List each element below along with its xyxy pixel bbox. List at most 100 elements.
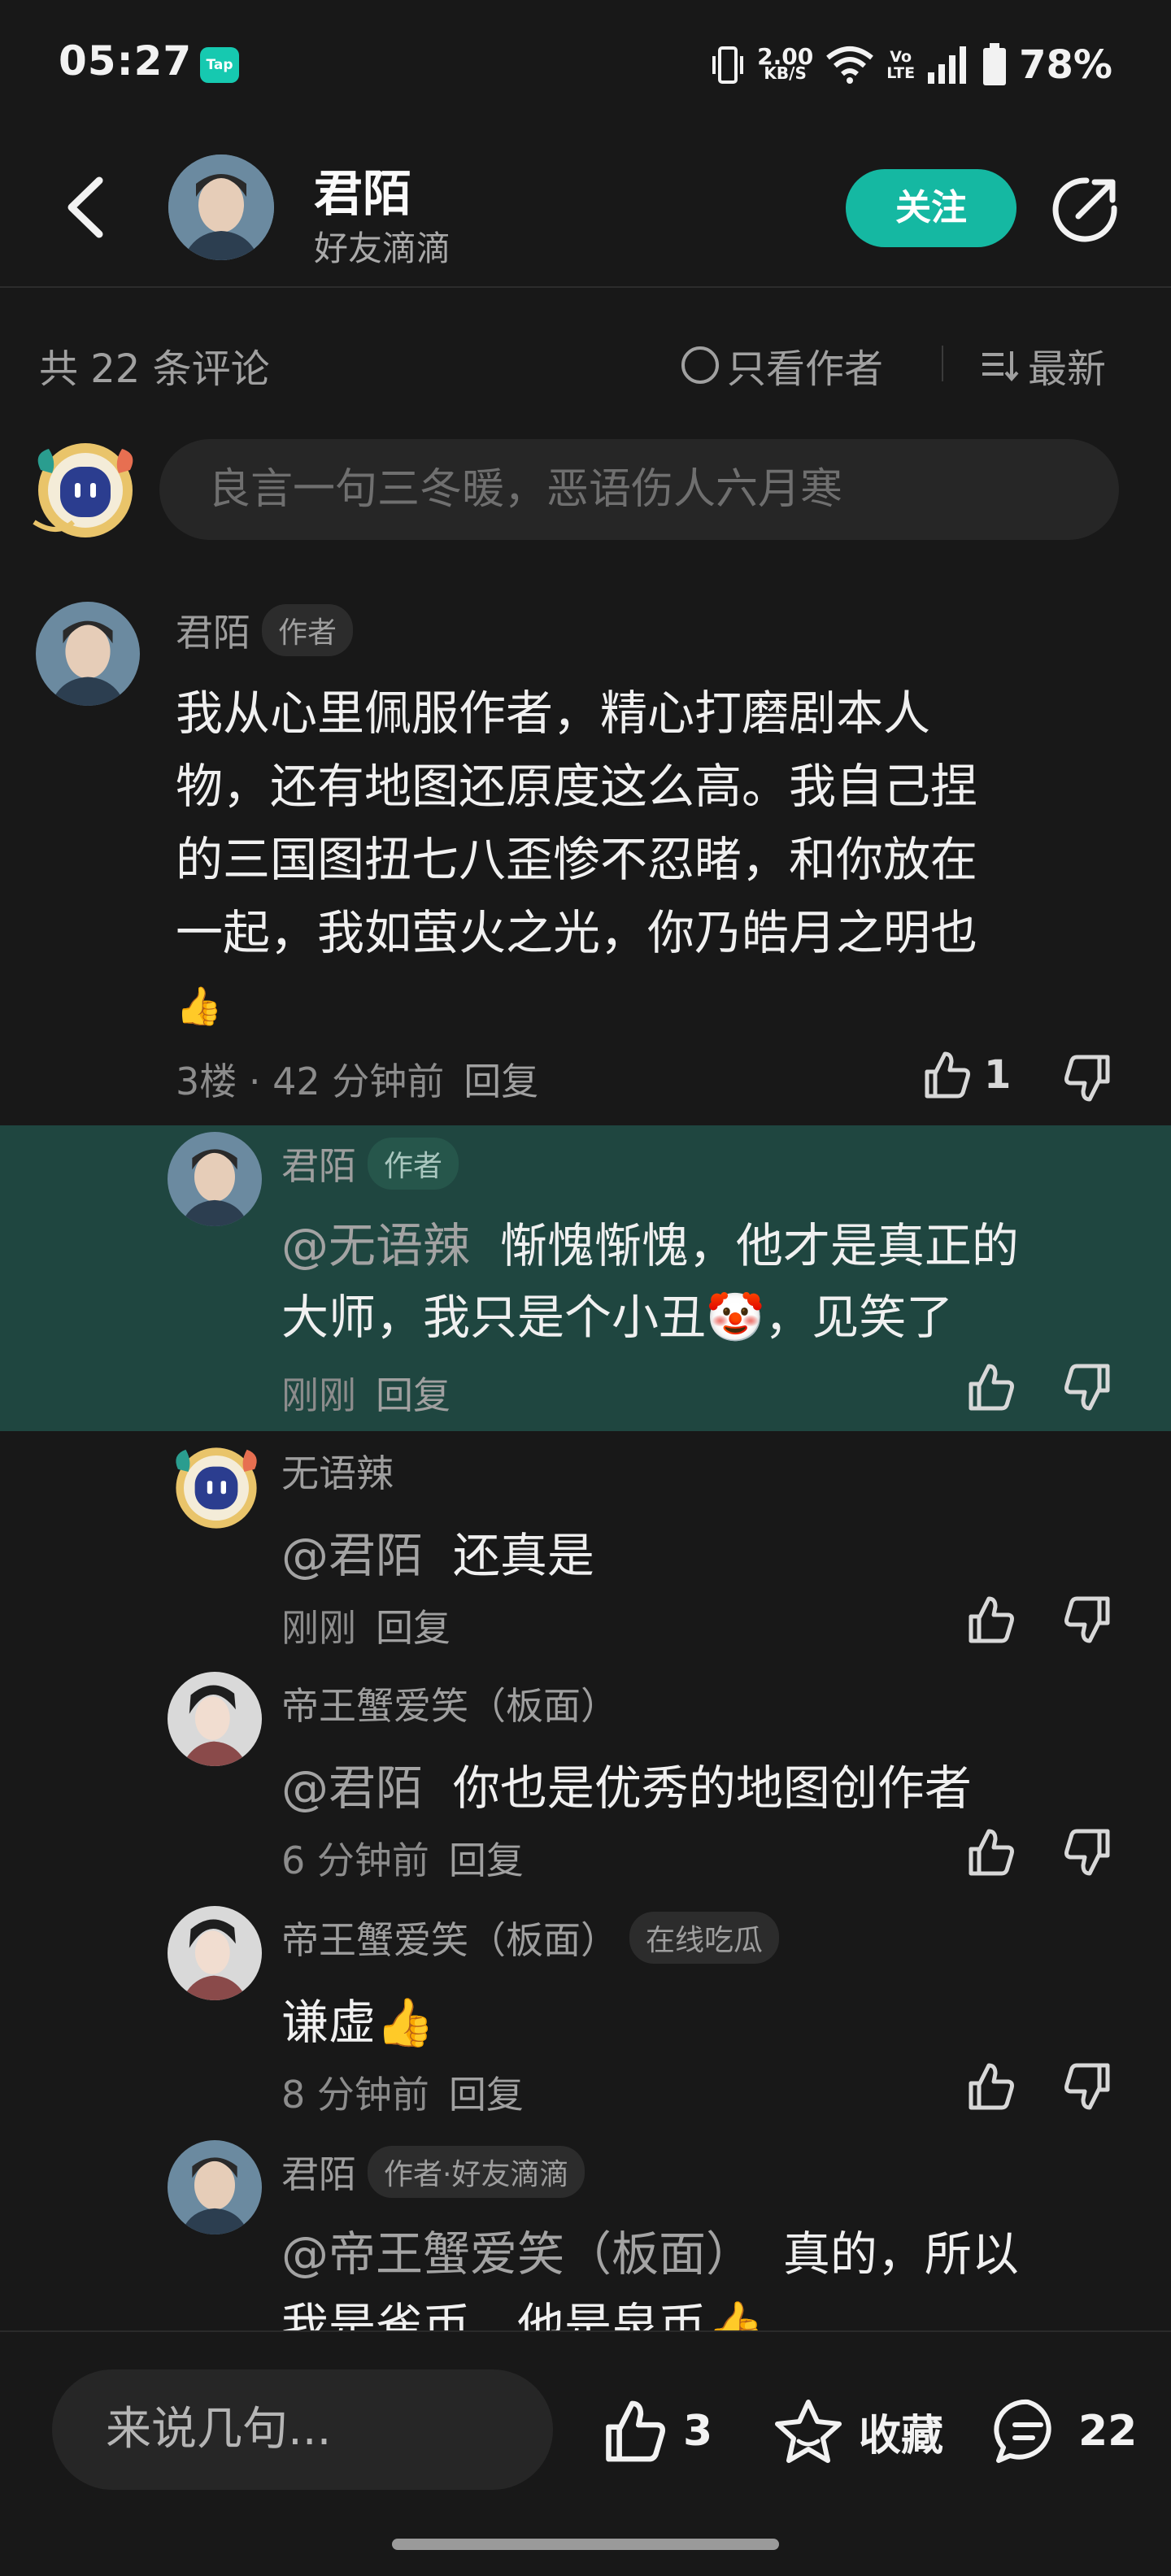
reply-meta: 6 分钟前 回复 (281, 1831, 543, 1885)
bottom-like-button[interactable]: 3 (600, 2397, 712, 2465)
reply-line: @帝王蟹爱笑（板面） 真的，所以 (281, 2218, 1143, 2290)
follow-button[interactable]: 关注 (846, 169, 1016, 247)
comment-avatar[interactable] (36, 602, 140, 706)
author-tag: 作者 (368, 1138, 459, 1190)
thumb-down-icon (1064, 1364, 1110, 1411)
reply-text-content: 你也是优秀的地图创作者 (452, 1760, 972, 1816)
like-button[interactable] (964, 2060, 1016, 2113)
reply-username-text: 帝王蟹爱笑（板面） (281, 1684, 618, 1728)
status-icons: 2.00 KB/S Vo LTE 78% (710, 33, 1112, 98)
mention-link[interactable]: @无语辣 (281, 1218, 470, 1273)
dislike-button[interactable] (1062, 1826, 1114, 1878)
reply-username-text: 帝王蟹爱笑（板面） (281, 1918, 618, 1962)
reply-line-text: 真的，所以 (782, 2226, 1019, 2282)
author-only-toggle[interactable]: 只看作者 (681, 337, 883, 394)
reply-time: 刚刚 (281, 1373, 356, 1417)
reply-username-text: 无语辣 (281, 1451, 394, 1495)
thumb-up-icon (969, 1596, 1014, 1643)
reply-text: 谦虚👍 (281, 1986, 434, 2059)
author-name[interactable]: 君陌 (314, 154, 411, 225)
reply-button[interactable]: 回复 (449, 2073, 524, 2117)
author-only-label: 只看作者 (727, 346, 884, 392)
share-button[interactable] (1049, 172, 1122, 246)
reply-text: @无语辣 惭愧惭愧，他才是真正的 大师，我只是个小丑🤡，见笑了 (281, 1210, 1143, 1353)
reply-time: 刚刚 (281, 1606, 356, 1650)
reply-username[interactable]: 帝王蟹爱笑（板面） 在线吃瓜 (281, 1911, 780, 1965)
reply-line-text: 惭愧惭愧，他才是真正的 (499, 1218, 1019, 1273)
reply-time: 8 分钟前 (281, 2073, 429, 2117)
reply-username-text: 君陌 (281, 1144, 356, 1188)
dislike-button[interactable] (1062, 2060, 1114, 2113)
bottom-comment-input[interactable]: 来说几句... (52, 2369, 553, 2490)
star-icon (775, 2400, 842, 2463)
reply-username-text: 君陌 (281, 2152, 356, 2196)
author-tag: 作者 (262, 604, 354, 656)
reply-button[interactable]: 回复 (376, 1373, 451, 1417)
reply-text: @君陌 还真是 (281, 1519, 594, 1592)
thumb-down-icon (1064, 1829, 1110, 1876)
mention-link[interactable]: @君陌 (281, 1760, 423, 1816)
thumb-up-icon (606, 2400, 666, 2462)
thumb-up-icon (969, 2063, 1014, 2110)
taptap-notification-icon: Tap (200, 47, 239, 83)
dislike-button[interactable] (1062, 1052, 1114, 1104)
thumb-down-icon (1064, 2063, 1110, 2110)
share-icon (1052, 177, 1117, 242)
reply-username[interactable]: 无语辣 (281, 1444, 394, 1498)
my-avatar[interactable] (24, 437, 146, 543)
author-tag: 作者·好友滴滴 (368, 2146, 586, 2198)
comment-line: 的三国图扭七八歪惨不忍睹，和你放在 (176, 832, 978, 887)
reply-button[interactable]: 回复 (376, 1606, 451, 1650)
author-avatar[interactable] (168, 154, 274, 260)
back-button[interactable] (57, 171, 114, 244)
reply-avatar[interactable] (168, 1906, 262, 2000)
like-button[interactable]: 1 (921, 1049, 1011, 1101)
reply-text-content: 还真是 (452, 1528, 594, 1583)
like-button[interactable] (964, 1361, 1016, 1413)
reply-avatar[interactable] (168, 1672, 262, 1766)
reply-username[interactable]: 帝王蟹爱笑（板面） (281, 1677, 618, 1730)
like-button[interactable] (964, 1594, 1016, 1646)
comments-count: 22 (1078, 2407, 1138, 2456)
thumbs-up-emoji: 👍 (176, 984, 223, 1028)
like-button[interactable] (964, 1826, 1016, 1878)
header-divider (0, 286, 1171, 288)
comment-line: 一起，我如萤火之光，你乃皓月之明也 (176, 905, 978, 960)
reply-username[interactable]: 君陌 作者 (281, 1137, 459, 1190)
toolbar-divider (942, 346, 943, 381)
comment-floor-time: 3楼 · 42 分钟前 (176, 1060, 445, 1103)
home-indicator[interactable] (392, 2539, 779, 2550)
vibrate-icon (712, 46, 744, 84)
comment-text: 我从心里佩服作者，精心打磨剧本人 物，还有地图还原度这么高。我自己捏 的三国图扭… (176, 677, 1135, 1042)
sort-button[interactable]: 最新 (979, 337, 1106, 394)
radio-circle-icon (681, 346, 719, 384)
reply-avatar[interactable] (168, 1132, 262, 1226)
mention-link[interactable]: @君陌 (281, 1528, 423, 1583)
volte-bottom: LTE (886, 64, 916, 82)
mention-link[interactable]: @帝王蟹爱笑（板面） (281, 2226, 753, 2282)
reply-avatar[interactable] (168, 1439, 265, 1537)
comment-input[interactable]: 良言一句三冬暖，恶语伤人六月寒 (159, 439, 1119, 540)
comment-line: 物，还有地图还原度这么高。我自己捏 (176, 759, 978, 814)
reply-button[interactable]: 回复 (449, 1838, 524, 1882)
comments-button[interactable]: 22 (992, 2397, 1137, 2465)
bottom-like-count: 3 (683, 2407, 713, 2456)
volte-indicator: Vo LTE (886, 49, 915, 81)
volte-top: Vo (890, 48, 912, 66)
reply-text: @君陌 你也是优秀的地图创作者 (281, 1751, 972, 1825)
battery-percent: 78% (1019, 42, 1112, 88)
reply-line: 大师，我只是个小丑🤡，见笑了 (281, 1290, 954, 1345)
reply-username[interactable]: 君陌 作者·好友滴滴 (281, 2145, 586, 2199)
thumb-down-icon (1064, 1596, 1110, 1643)
reply-text-content: 谦虚👍 (281, 1995, 435, 2050)
dislike-button[interactable] (1062, 1361, 1114, 1413)
comment-line: 我从心里佩服作者，精心打磨剧本人 (176, 685, 931, 741)
favorite-button[interactable]: 收藏 (773, 2397, 943, 2465)
thumb-up-icon (969, 1364, 1014, 1411)
comment-username[interactable]: 君陌 作者 (176, 603, 354, 657)
dislike-button[interactable] (1062, 1594, 1114, 1646)
comment-username-text: 君陌 (176, 611, 250, 655)
reply-button[interactable]: 回复 (464, 1060, 538, 1103)
reply-avatar[interactable] (168, 2140, 262, 2234)
battery-icon (983, 43, 1007, 85)
